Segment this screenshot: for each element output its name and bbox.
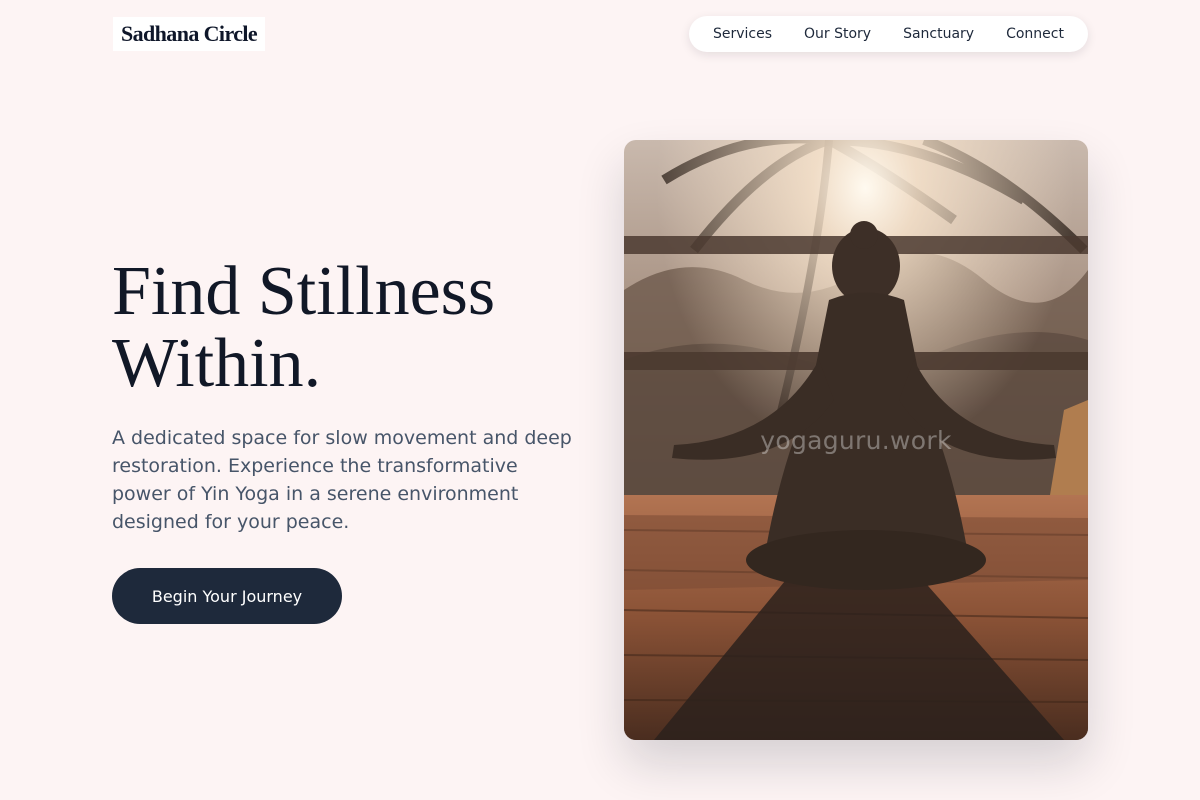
hero-image: yogaguru.work	[624, 140, 1088, 740]
hero-title-line-1: Find Stillness	[112, 253, 496, 330]
hero-description: A dedicated space for slow movement and …	[112, 427, 572, 533]
begin-journey-button[interactable]: Begin Your Journey	[112, 568, 342, 624]
hero-title: Find Stillness Within.	[112, 256, 592, 400]
page: Sadhana Circle Services Our Story Sanctu…	[0, 0, 1200, 800]
brand-logo[interactable]: Sadhana Circle	[113, 17, 266, 51]
image-watermark: yogaguru.work	[760, 426, 952, 455]
nav-item-services[interactable]: Services	[713, 26, 772, 42]
nav-item-sanctuary[interactable]: Sanctuary	[903, 26, 974, 42]
main-nav: Services Our Story Sanctuary Connect	[689, 16, 1088, 52]
nav-item-our-story[interactable]: Our Story	[804, 26, 871, 42]
hero-title-line-2: Within.	[112, 325, 322, 402]
nav-item-connect[interactable]: Connect	[1006, 26, 1064, 42]
